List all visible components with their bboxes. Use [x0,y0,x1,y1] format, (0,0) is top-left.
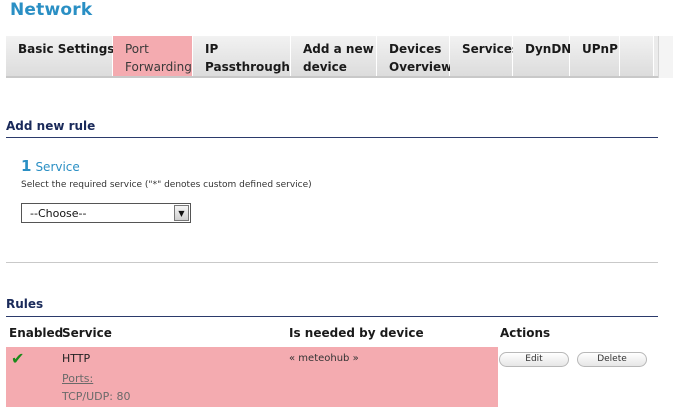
step-label: Service [35,160,80,174]
col-enabled: Enabled [9,326,64,340]
divider [6,137,658,138]
add-rule-heading: Add new rule [6,119,96,133]
dropdown-arrow-icon[interactable]: ▼ [174,205,189,221]
checkmark-icon: ✔ [11,349,25,368]
delete-button[interactable]: Delete [577,352,647,367]
divider [6,262,658,263]
tab-services[interactable]: Services [450,36,520,76]
tab-label: Add a new [303,42,374,56]
tab-label: UPnP [582,42,618,56]
divider [6,316,658,317]
rules-heading: Rules [6,297,44,311]
tab-add-new-device[interactable]: Add a new device [291,36,377,76]
scrollbar[interactable] [658,36,673,78]
tab-upnp[interactable]: UPnP [570,36,620,76]
col-service: Service [62,326,112,340]
tab-label: Forwarding [125,60,192,74]
tab-port-forwarding[interactable]: Port Forwarding [113,36,193,76]
ports-value: TCP/UDP: 80 [62,390,131,403]
service-name: HTTP [62,352,91,365]
service-hint: Select the required service ("*" denotes… [21,180,312,190]
tab-filler [620,36,654,76]
service-select-value: --Choose-- [30,207,87,220]
tab-label: Port [125,42,149,56]
tab-label: Overview [389,60,453,74]
step-number: 1 [21,157,32,175]
tab-bar: Basic Settings Port Forwarding IP Passth… [6,36,658,78]
service-select[interactable]: --Choose-- ▼ [21,203,191,223]
tab-label: DynDNS [525,42,580,56]
tab-label: Services [462,42,520,56]
tab-label: IP [205,42,219,56]
step-service: 1 Service [21,157,80,175]
tab-label: device [303,60,347,74]
tab-label: Devices [389,42,442,56]
tab-devices-overview[interactable]: Devices Overview [377,36,453,76]
col-actions: Actions [500,326,551,340]
tab-label: Basic Settings [18,42,115,56]
tab-label: Passthrough [205,60,290,74]
page-title: Network [10,0,93,20]
device-name: « meteohub » [289,353,359,364]
tab-dyndns[interactable]: DynDNS [513,36,580,76]
edit-button[interactable]: Edit [499,352,569,367]
tab-ip-passthrough[interactable]: IP Passthrough [193,36,291,76]
col-device: Is needed by device [289,326,424,340]
ports-label[interactable]: Ports: [62,372,93,385]
tab-basic-settings[interactable]: Basic Settings [6,36,115,76]
